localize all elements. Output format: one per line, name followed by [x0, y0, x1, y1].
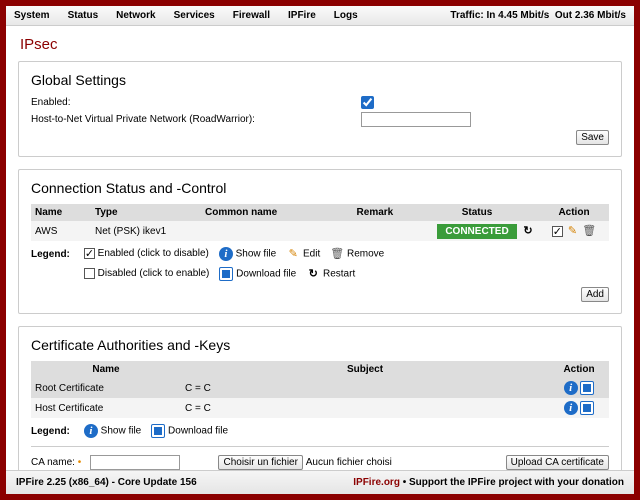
conn-name: AWS	[31, 221, 91, 241]
version-text: IPFire 2.25 (x86_64) - Core Update 156	[16, 477, 197, 488]
footer: IPFire 2.25 (x86_64) - Core Update 156 I…	[6, 470, 634, 494]
upload-ca-button[interactable]: Upload CA certificate	[506, 455, 609, 470]
cert-name: Host Certificate	[31, 398, 181, 418]
page-title: IPsec	[6, 26, 634, 61]
choose-file-button[interactable]: Choisir un fichier	[218, 455, 302, 470]
download-icon[interactable]	[580, 381, 594, 395]
top-menu-bar: System Status Network Services Firewall …	[6, 6, 634, 26]
ca-name-input[interactable]	[90, 455, 180, 470]
checked-icon	[84, 248, 95, 259]
col-remark: Remark	[353, 204, 437, 221]
global-heading: Global Settings	[31, 72, 609, 88]
pencil-icon: ✎	[286, 247, 300, 261]
edit-icon[interactable]: ✎	[566, 224, 580, 238]
ca-legend: Legend: i Show file Download file	[31, 424, 609, 438]
ca-col-action: Action	[549, 361, 609, 378]
traffic-indicator: Traffic: In 4.45 Mbit/s Out 2.36 Mbit/s	[450, 10, 626, 21]
col-name: Name	[31, 204, 91, 221]
ca-name-label: CA name:	[31, 457, 75, 468]
connection-section: Connection Status and -Control Name Type…	[18, 169, 622, 314]
reload-icon	[306, 267, 320, 281]
conn-type: Net (PSK) ikev1	[91, 221, 201, 241]
cert-subject: C = C	[181, 398, 549, 418]
col-type: Type	[91, 204, 201, 221]
ca-table: Name Subject Action Root Certificate C =…	[31, 361, 609, 418]
connection-table: Name Type Common name Remark Status Acti…	[31, 204, 609, 241]
menu-ipfire[interactable]: IPFire	[288, 10, 316, 21]
delete-icon[interactable]: 🗑	[582, 224, 596, 238]
add-button[interactable]: Add	[581, 287, 609, 302]
ca-col-subject: Subject	[181, 361, 549, 378]
menu-status[interactable]: Status	[68, 10, 99, 21]
info-icon: i	[219, 247, 233, 261]
toggle-enabled-icon[interactable]	[552, 226, 563, 237]
restart-icon[interactable]	[521, 224, 535, 238]
enabled-label: Enabled:	[31, 97, 361, 108]
support-text: • Support the IPFire project with your d…	[400, 477, 624, 488]
ca-heading: Certificate Authorities and -Keys	[31, 337, 609, 353]
status-badge: CONNECTED	[437, 224, 517, 239]
disk-icon	[151, 424, 165, 438]
no-file-label: Aucun fichier choisi	[306, 457, 392, 468]
cert-subject: C = C	[181, 378, 549, 398]
col-status: Status	[437, 204, 517, 221]
ca-section: Certificate Authorities and -Keys Name S…	[18, 326, 622, 470]
connection-legend: Legend: Enabled (click to disable) i Sho…	[31, 247, 609, 261]
trash-icon: 🗑	[330, 247, 344, 261]
menu-firewall[interactable]: Firewall	[233, 10, 270, 21]
table-row: AWS Net (PSK) ikev1 CONNECTED ✎ 🗑	[31, 221, 609, 241]
ipfire-link[interactable]: IPFire.org	[353, 477, 400, 488]
col-action: Action	[539, 204, 609, 221]
connection-legend-2: Legend: Disabled (click to enable) Downl…	[31, 267, 609, 281]
conn-remark	[353, 221, 437, 241]
ca-col-name: Name	[31, 361, 181, 378]
disk-icon	[219, 267, 233, 281]
unchecked-icon	[84, 268, 95, 279]
table-row: Root Certificate C = C i	[31, 378, 609, 398]
save-button[interactable]: Save	[576, 130, 609, 145]
table-row: Host Certificate C = C i	[31, 398, 609, 418]
global-settings-section: Global Settings Enabled: Host-to-Net Vir…	[18, 61, 622, 157]
info-icon[interactable]: i	[564, 381, 578, 395]
conn-common	[201, 221, 353, 241]
menu-network[interactable]: Network	[116, 10, 155, 21]
info-icon[interactable]: i	[564, 401, 578, 415]
info-icon: i	[84, 424, 98, 438]
menu-services[interactable]: Services	[174, 10, 215, 21]
enabled-checkbox[interactable]	[361, 96, 374, 109]
roadwarrior-label: Host-to-Net Virtual Private Network (Roa…	[31, 114, 361, 125]
menu-system[interactable]: System	[14, 10, 50, 21]
required-mark: •	[78, 457, 82, 468]
roadwarrior-input[interactable]	[361, 112, 471, 127]
col-common: Common name	[201, 204, 353, 221]
connection-heading: Connection Status and -Control	[31, 180, 609, 196]
cert-name: Root Certificate	[31, 378, 181, 398]
download-icon[interactable]	[580, 401, 594, 415]
menu-logs[interactable]: Logs	[334, 10, 358, 21]
